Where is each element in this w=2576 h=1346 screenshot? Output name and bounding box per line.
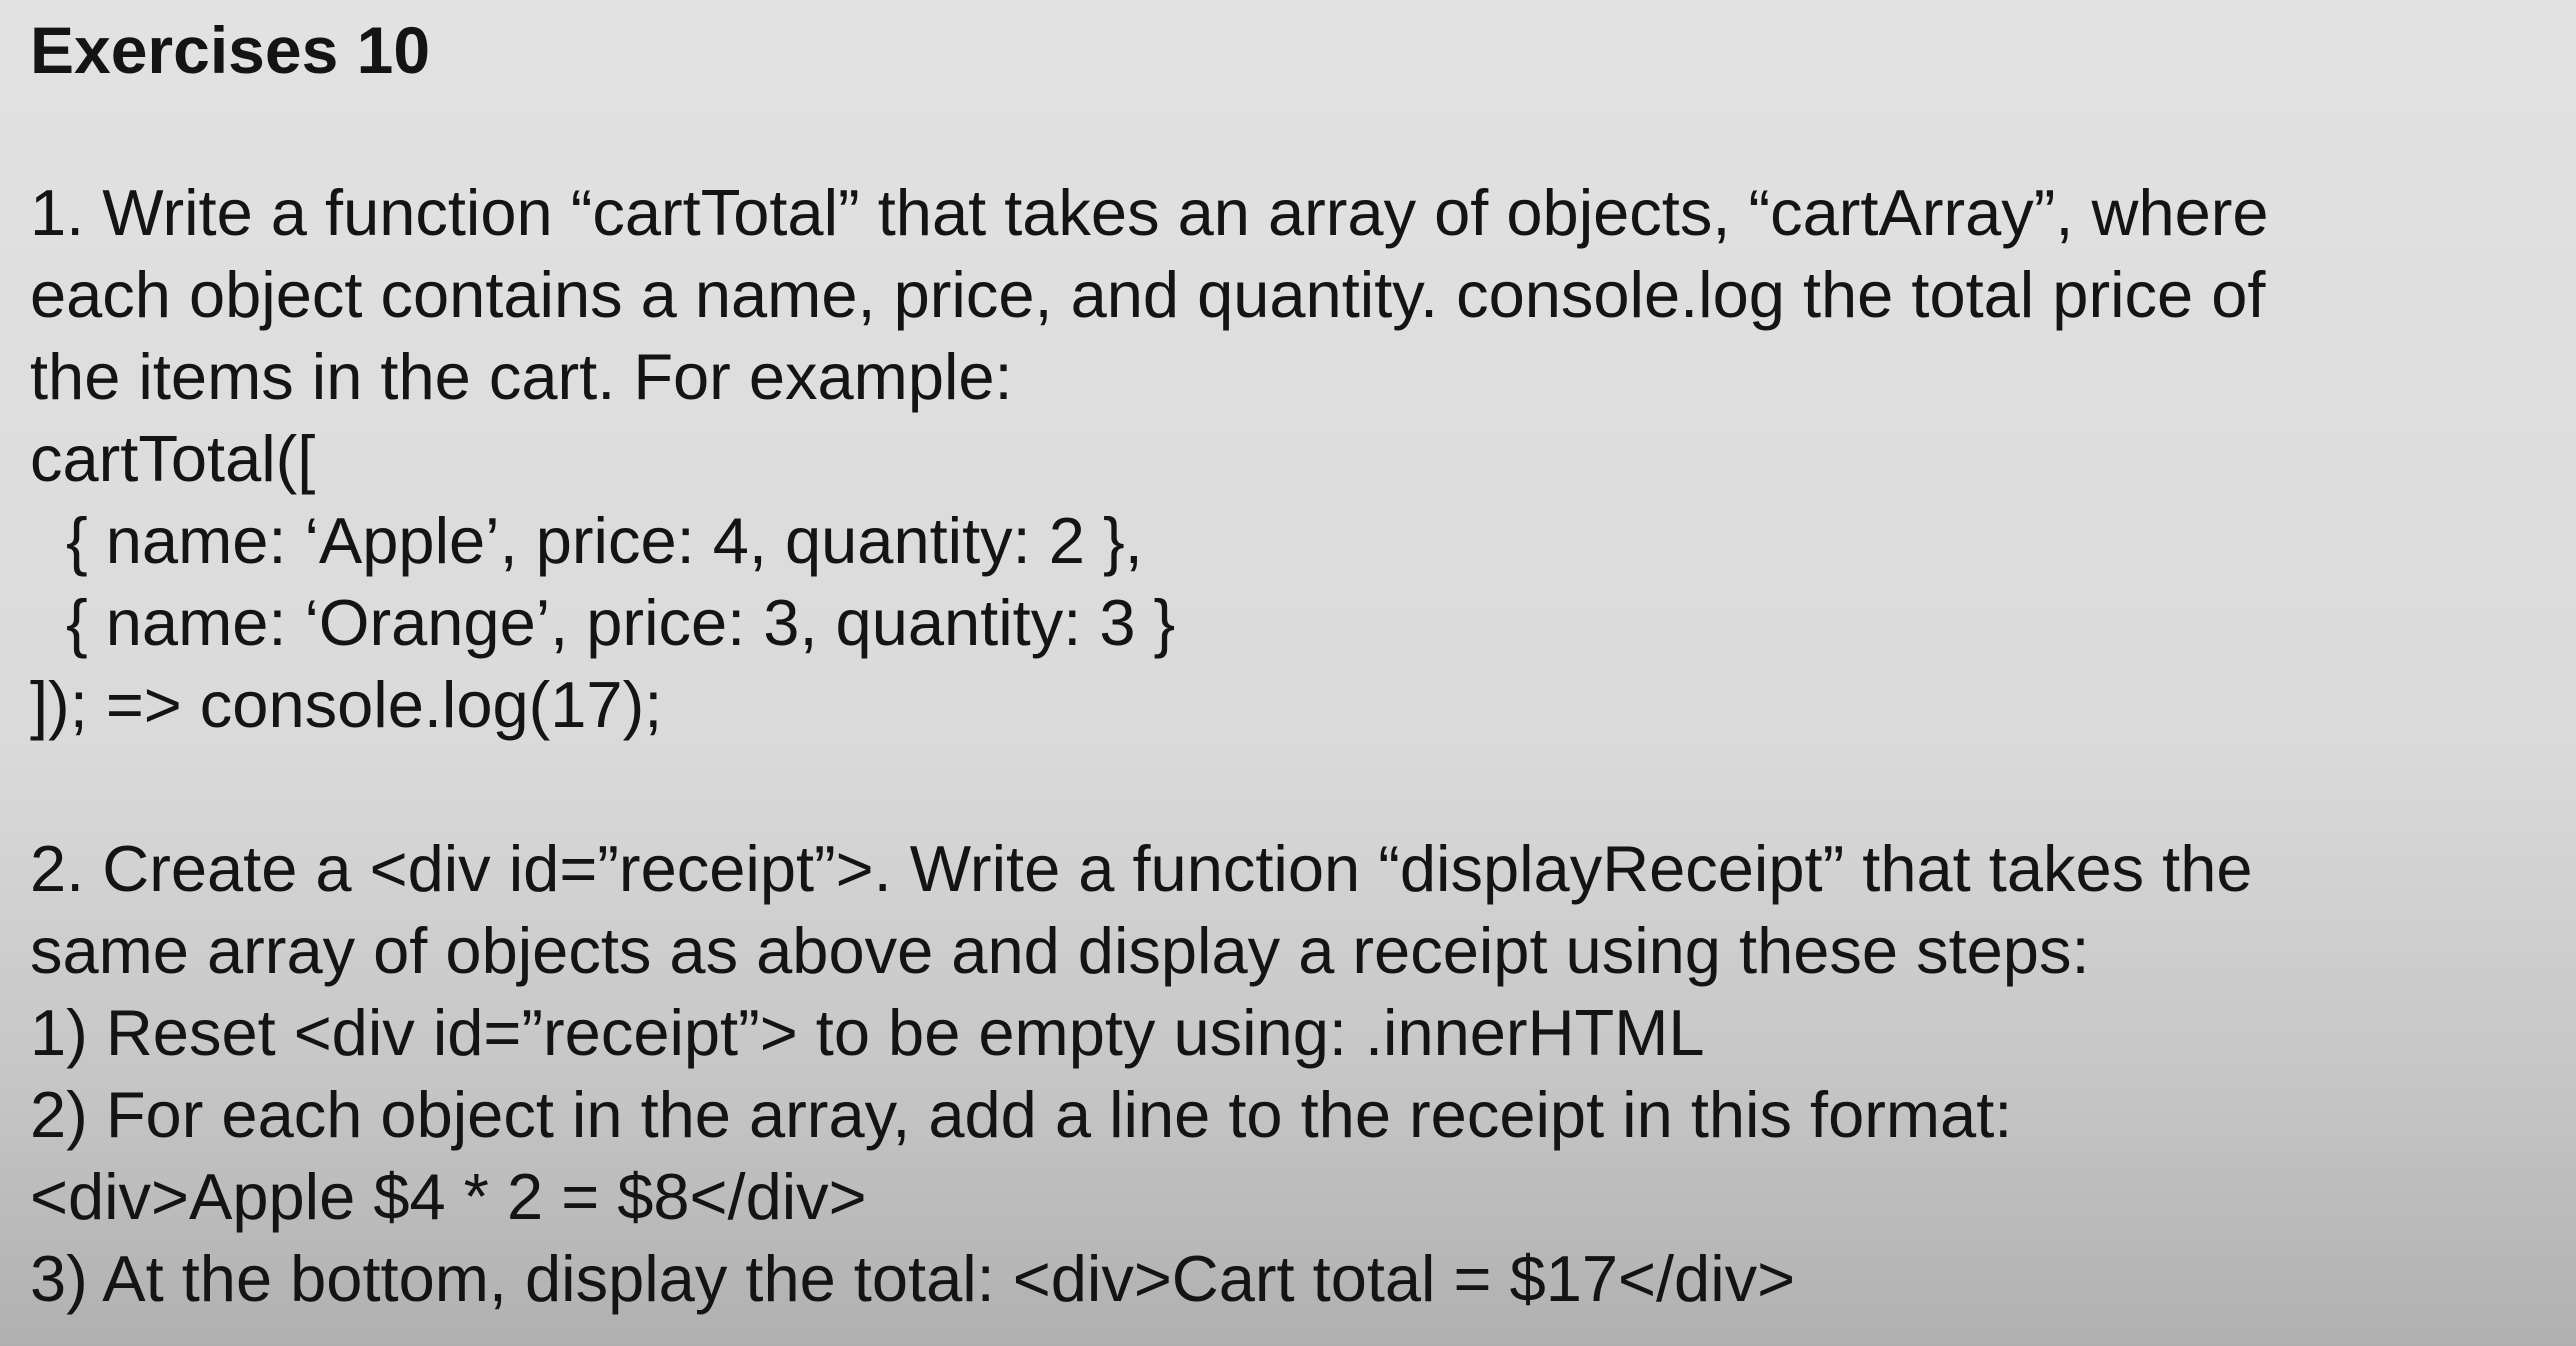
exercise-2-line: same array of objects as above and displ…: [30, 914, 2090, 987]
exercise-1-line: each object contains a name, price, and …: [30, 258, 2266, 331]
slide-body: 1. Write a function “cartTotal” that tak…: [30, 172, 2560, 1320]
step-line: 2) For each object in the array, add a l…: [30, 1078, 2013, 1151]
code-line: { name: ‘Apple’, price: 4, quantity: 2 }…: [66, 504, 1143, 577]
slide-title: Exercises 10: [30, 13, 431, 87]
exercise-1: 1. Write a function “cartTotal” that tak…: [30, 172, 2560, 746]
exercise-1-line: the items in the cart. For example:: [30, 340, 1013, 413]
step-line: 3) At the bottom, display the total: <di…: [30, 1242, 1796, 1315]
slide: Exercises 10 1. Write a function “cartTo…: [0, 0, 2576, 1346]
exercise-1-line: 1. Write a function “cartTotal” that tak…: [30, 176, 2269, 249]
code-line: cartTotal([: [30, 422, 316, 495]
code-line: <div>Apple $4 * 2 = $8</div>: [30, 1160, 867, 1233]
exercise-2-line: 2. Create a <div id=”receipt”>. Write a …: [30, 832, 2253, 905]
exercise-2: 2. Create a <div id=”receipt”>. Write a …: [30, 828, 2560, 1320]
code-line: { name: ‘Orange’, price: 3, quantity: 3 …: [66, 586, 1176, 659]
code-line: ]); => console.log(17);: [30, 668, 663, 741]
step-line: 1) Reset <div id=”receipt”> to be empty …: [30, 996, 1705, 1069]
